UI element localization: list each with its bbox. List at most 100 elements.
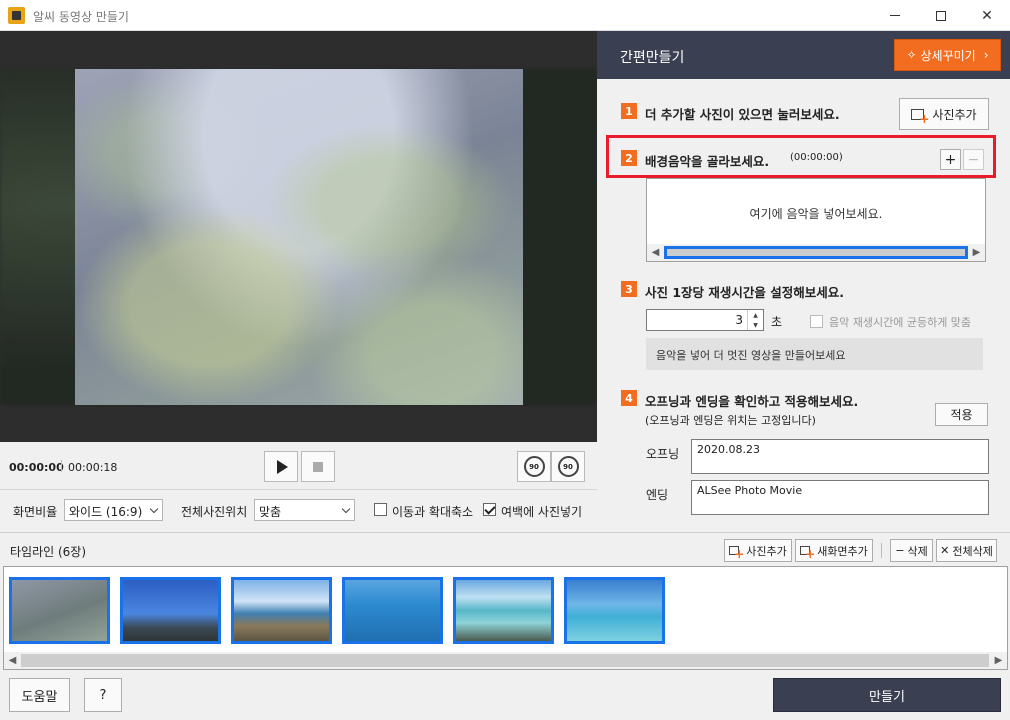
step-4-number: 4: [621, 390, 637, 406]
stepper-arrows[interactable]: ▲ ▼: [747, 310, 763, 330]
duration-unit: 초: [771, 315, 783, 329]
rotate-right-button[interactable]: 90: [551, 451, 585, 482]
minimize-icon: [890, 15, 900, 16]
quick-make-panel: 간편만들기 ✧ 상세꾸미기 › 1 더 추가할 사진이 있으면 눌러보세요. 사…: [597, 31, 1010, 532]
detail-edit-button[interactable]: ✧ 상세꾸미기 ›: [894, 39, 1001, 71]
detail-edit-label: 상세꾸미기: [920, 48, 976, 63]
title-bar: 알씨 동영상 만들기 ✕: [0, 0, 1010, 31]
music-duration: (00:00:00): [790, 152, 843, 163]
total-time: 00:00:18: [68, 461, 118, 474]
fill-margin-checkbox[interactable]: [483, 503, 496, 516]
step-3-text: 사진 1장당 재생시간을 설정해보세요.: [645, 285, 845, 300]
add-screen-button[interactable]: 새화면추가: [795, 539, 873, 562]
scroll-right-icon[interactable]: ▶: [968, 246, 985, 259]
add-photo-label: 사진추가: [932, 107, 977, 122]
rotate-left-button[interactable]: 90: [517, 451, 551, 482]
timeline-thumbnail[interactable]: [342, 577, 443, 644]
toolbar-divider: [881, 543, 882, 558]
preview-photo: [75, 69, 523, 405]
playback-bar: 00:00:00 00:00:18 90 90: [0, 442, 597, 490]
close-icon: ✕: [981, 7, 993, 24]
delete-label: 삭제: [907, 544, 928, 558]
step-4-subtext: (오프닝과 엔딩은 위치는 고정입니다): [645, 414, 816, 427]
question-button[interactable]: ?: [84, 678, 122, 712]
position-select[interactable]: 맞춤: [254, 499, 355, 521]
rotate-right-icon: 90: [557, 456, 579, 477]
step-4-text: 오프닝과 엔딩을 확인하고 적용해보세요.: [645, 394, 859, 409]
timeline-header: 타임라인 (6장) 사진추가 새화면추가 − 삭제 ✕ 전체삭제: [0, 532, 1010, 566]
pan-zoom-label: 이동과 확대축소: [392, 505, 474, 519]
scroll-thumb[interactable]: [664, 246, 968, 259]
play-button[interactable]: [264, 451, 298, 482]
scroll-left-icon[interactable]: ◀: [647, 246, 664, 259]
remove-music-button[interactable]: −: [963, 149, 984, 170]
duration-stepper[interactable]: 3 ▲ ▼: [646, 309, 764, 331]
help-button[interactable]: 도움말: [9, 678, 70, 712]
app-logo-icon: [8, 7, 25, 24]
position-label: 전체사진위치: [181, 505, 248, 519]
minimize-button[interactable]: [872, 0, 918, 31]
ending-field[interactable]: ALSee Photo Movie: [691, 480, 989, 515]
panel-header: 간편만들기 ✧ 상세꾸미기 ›: [597, 31, 1010, 79]
timeline-thumbnail[interactable]: [9, 577, 110, 644]
step-2-number: 2: [621, 150, 637, 166]
timeline-strip[interactable]: ◀ ▶: [3, 566, 1008, 670]
chevron-down-icon: [341, 504, 351, 514]
stop-button[interactable]: [301, 451, 335, 482]
delete-button[interactable]: − 삭제: [890, 539, 933, 562]
timeline-thumbnail[interactable]: [564, 577, 665, 644]
add-music-button[interactable]: +: [940, 149, 961, 170]
timeline-scrollbar[interactable]: ◀ ▶: [4, 652, 1007, 669]
delete-all-label: 전체삭제: [952, 544, 993, 558]
fill-margin-label: 여백에 사진넣기: [501, 505, 583, 519]
aspect-value: 와이드 (16:9): [69, 505, 143, 519]
add-photo-icon: [729, 546, 744, 561]
stop-icon: [313, 461, 323, 472]
fit-to-music-label: 음악 재생시간에 균등하게 맞춤: [829, 316, 972, 329]
add-photo-button[interactable]: 사진추가: [899, 98, 989, 130]
timeline-thumbnail[interactable]: [231, 577, 332, 644]
scroll-left-icon[interactable]: ◀: [4, 654, 21, 667]
close-button[interactable]: ✕: [964, 0, 1010, 31]
magic-wand-icon: ✧: [906, 48, 917, 62]
music-list[interactable]: 여기에 음악을 넣어보세요. ◀ ▶: [646, 178, 986, 262]
position-value: 맞춤: [259, 505, 282, 519]
timeline-add-photo-label: 사진추가: [746, 544, 787, 558]
minus-icon: −: [895, 544, 905, 557]
chevron-down-icon: [149, 504, 159, 514]
timeline-thumbnail[interactable]: [453, 577, 554, 644]
time-divider: [61, 460, 62, 472]
maximize-button[interactable]: [918, 0, 964, 31]
music-suggestion: 음악을 넣어 더 멋진 영상을 만들어보세요: [646, 338, 983, 370]
aspect-label: 화면비율: [13, 505, 58, 519]
panel-title: 간편만들기: [620, 50, 685, 66]
scroll-right-icon[interactable]: ▶: [990, 654, 1007, 667]
ending-label: 엔딩: [646, 488, 669, 502]
make-video-button[interactable]: 만들기: [773, 678, 1001, 712]
add-photo-icon: [911, 108, 929, 126]
timeline-add-photo-button[interactable]: 사진추가: [724, 539, 792, 562]
scroll-thumb[interactable]: [21, 654, 989, 667]
pan-zoom-checkbox[interactable]: [374, 503, 387, 516]
delete-all-button[interactable]: ✕ 전체삭제: [936, 539, 997, 562]
apply-button[interactable]: 적용: [935, 403, 988, 426]
opening-label: 오프닝: [646, 447, 680, 461]
rotate-left-icon: 90: [523, 456, 545, 477]
fit-to-music-checkbox[interactable]: [810, 315, 823, 328]
timeline-thumbnail[interactable]: [120, 577, 221, 644]
music-hint: 여기에 음악을 넣어보세요.: [749, 207, 883, 221]
window-title: 알씨 동영상 만들기: [33, 10, 129, 24]
bottom-bar: 도움말 ? 만들기: [0, 671, 1010, 720]
duration-value: 3: [735, 313, 743, 327]
step-1-number: 1: [621, 103, 637, 119]
maximize-icon: [936, 10, 946, 21]
video-preview: [0, 31, 597, 442]
aspect-select[interactable]: 와이드 (16:9): [64, 499, 163, 521]
opening-field[interactable]: 2020.08.23: [691, 439, 989, 474]
stepper-down-icon[interactable]: ▼: [748, 320, 763, 330]
x-icon: ✕: [940, 544, 950, 557]
music-scrollbar[interactable]: ◀ ▶: [647, 244, 985, 261]
stepper-up-icon[interactable]: ▲: [748, 310, 763, 320]
add-screen-icon: [800, 546, 815, 561]
step-1-text: 더 추가할 사진이 있으면 눌러보세요.: [645, 107, 840, 122]
